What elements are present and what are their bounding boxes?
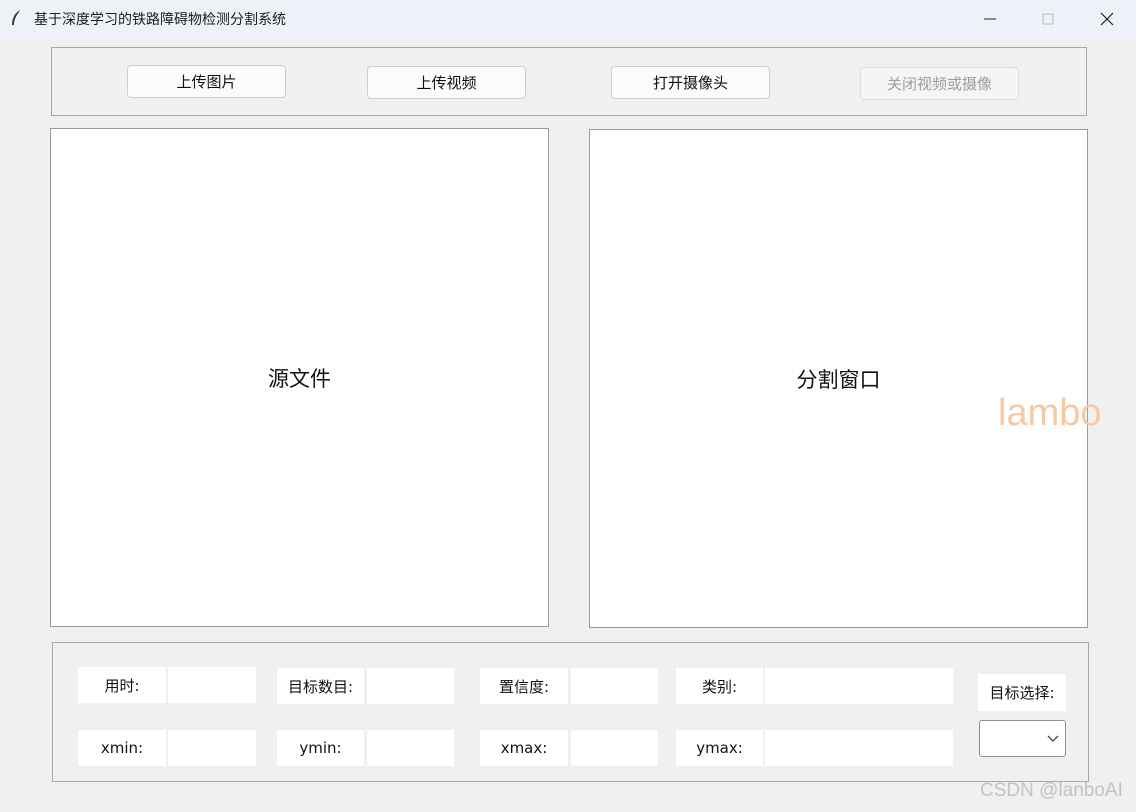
ymin-label: ymin:	[277, 730, 364, 766]
open-camera-button[interactable]: 打开摄像头	[611, 66, 770, 99]
close-video-camera-button[interactable]: 关闭视频或摄像	[860, 67, 1019, 100]
time-value	[168, 667, 256, 703]
upload-image-button[interactable]: 上传图片	[127, 65, 286, 98]
confidence-value	[571, 668, 658, 704]
minimize-icon	[984, 18, 996, 19]
ymax-value	[765, 730, 953, 766]
close-icon	[1100, 12, 1114, 25]
time-label: 用时:	[78, 667, 166, 703]
ymax-label: ymax:	[676, 730, 763, 766]
feather-icon	[9, 9, 25, 27]
close-button[interactable]	[1078, 0, 1136, 37]
target-count-label: 目标数目:	[277, 668, 364, 704]
target-select-label: 目标选择:	[978, 674, 1066, 711]
upload-video-button[interactable]: 上传视频	[367, 66, 526, 99]
maximize-button[interactable]	[1019, 0, 1077, 37]
class-label: 类别:	[676, 668, 763, 704]
window-title: 基于深度学习的铁路障碍物检测分割系统	[34, 12, 286, 28]
xmax-value	[571, 730, 658, 766]
target-select-dropdown[interactable]	[979, 720, 1066, 757]
csdn-watermark: CSDN @lanboAI	[980, 780, 1123, 801]
confidence-label: 置信度:	[480, 668, 568, 704]
chevron-down-icon	[1047, 735, 1059, 742]
target-count-value	[367, 668, 454, 704]
ymin-value	[367, 730, 454, 766]
xmin-label: xmin:	[78, 730, 166, 766]
xmax-label: xmax:	[480, 730, 568, 766]
title-bar: 基于深度学习的铁路障碍物检测分割系统	[0, 0, 1136, 37]
source-file-label: 源文件	[268, 366, 331, 391]
segment-window-canvas: 分割窗口	[589, 129, 1088, 628]
lambo-watermark: lambo	[998, 392, 1102, 434]
segment-window-label: 分割窗口	[796, 367, 881, 392]
maximize-icon	[1042, 13, 1054, 24]
source-file-canvas: 源文件	[50, 128, 549, 627]
xmin-value	[168, 730, 256, 766]
class-value	[765, 668, 953, 704]
minimize-button[interactable]	[961, 0, 1019, 37]
